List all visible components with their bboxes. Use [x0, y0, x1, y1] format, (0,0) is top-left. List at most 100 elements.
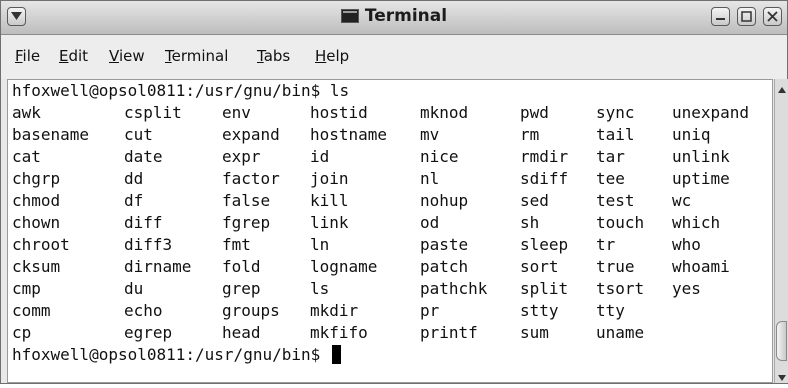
ls-entry: tar [596, 147, 625, 166]
ls-entry: awk [12, 103, 41, 122]
ls-entry: env [222, 103, 251, 122]
text-cursor [331, 345, 341, 364]
menu-terminal[interactable]: Terminal [165, 47, 228, 65]
ls-entry: kill [310, 191, 349, 210]
minimize-icon[interactable] [711, 7, 730, 26]
title-bar[interactable]: Terminal [1, 1, 787, 35]
ls-entry: fmt [222, 235, 251, 254]
ls-row: awk csplit env hostid mknod pwd sync unexpand [8, 102, 768, 124]
menu-help-mnemonic: H [315, 47, 327, 65]
ls-entry: sh [520, 213, 540, 232]
scrollbar-thumb[interactable] [776, 321, 787, 361]
ls-entry: yes [672, 279, 701, 298]
menu-view[interactable]: View [109, 47, 145, 65]
ls-entry: split [520, 279, 569, 298]
menu-terminal-mnemonic: T [165, 47, 172, 65]
menu-file-label: ile [22, 47, 41, 65]
prompt-line: hfoxwell@opsol0811:/usr/gnu/bin$ ls [12, 80, 349, 102]
final-prompt: hfoxwell@opsol0811:/usr/gnu/bin$ [12, 345, 330, 364]
ls-entry: chgrp [12, 169, 61, 188]
ls-entry: csplit [124, 103, 182, 122]
menu-edit[interactable]: Edit [59, 47, 88, 65]
ls-entry: wc [672, 191, 692, 210]
ls-entry: ls [310, 279, 330, 298]
ls-row: cp egrep head mkfifo printf sum uname [8, 322, 768, 344]
ls-entry: egrep [124, 323, 173, 342]
ls-entry: unlink [672, 147, 730, 166]
terminal-output[interactable]: hfoxwell@opsol0811:/usr/gnu/bin$ ls awk c… [7, 79, 773, 383]
ls-entry: which [672, 213, 721, 232]
ls-entry: logname [310, 257, 378, 276]
scroll-down-arrow-icon[interactable] [776, 369, 788, 381]
ls-entry: tty [596, 301, 625, 320]
ls-entry: sync [596, 103, 635, 122]
ls-entry: link [310, 213, 349, 232]
ls-entry: mknod [420, 103, 469, 122]
ls-entry: sdiff [520, 169, 569, 188]
ls-entry: sort [520, 257, 559, 276]
ls-entry: test [596, 191, 635, 210]
ls-entry: rmdir [520, 147, 569, 166]
menu-help[interactable]: Help [315, 47, 349, 65]
maximize-icon[interactable] [737, 7, 756, 26]
ls-entry: tee [596, 169, 625, 188]
ls-entry: rm [520, 125, 540, 144]
ls-entry: uptime [672, 169, 730, 188]
terminal-icon [340, 9, 359, 23]
ls-row: chown diff fgrep link od sh touch which [8, 212, 768, 234]
ls-entry: tail [596, 125, 635, 144]
ls-entry: cat [12, 147, 41, 166]
ls-entry: nl [420, 169, 440, 188]
ls-entry: join [310, 169, 349, 188]
ls-entry: pr [420, 301, 440, 320]
ls-entry: tsort [596, 279, 645, 298]
ls-entry: od [420, 213, 440, 232]
ls-row: cksum dirname fold logname patch sort true whoa… [8, 256, 768, 278]
ls-entry: pathchk [420, 279, 488, 298]
ls-entry: df [124, 191, 144, 210]
ls-entry: cmp [12, 279, 41, 298]
ls-row: basename cut expand hostname mv rm tail uniq [8, 124, 768, 146]
menu-tabs-mnemonic: T [257, 47, 264, 65]
ls-row: chgrp dd factor join nl sdiff tee uptime [8, 168, 768, 190]
ls-entry: dirname [124, 257, 192, 276]
ls-entry: nohup [420, 191, 469, 210]
ls-entry: paste [420, 235, 469, 254]
menu-file-mnemonic: F [15, 47, 23, 65]
ls-entry: patch [420, 257, 469, 276]
ls-entry: stty [520, 301, 559, 320]
prompt: hfoxwell@opsol0811:/usr/gnu/bin$ [12, 81, 330, 100]
ls-row: cmp du grep ls pathchk split tsort yes [8, 278, 768, 300]
ls-row: cat date expr id nice rmdir tar unlink [8, 146, 768, 168]
ls-entry: mkdir [310, 301, 359, 320]
ls-entry: cut [124, 125, 153, 144]
menu-file[interactable]: File [15, 47, 40, 65]
ls-entry: ln [310, 235, 330, 254]
command: ls [329, 81, 350, 100]
ls-entry: nice [420, 147, 459, 166]
ls-entry: id [310, 147, 330, 166]
menu-tabs[interactable]: Tabs [257, 47, 290, 65]
ls-entry: touch [596, 213, 645, 232]
ls-entry: expand [222, 125, 280, 144]
ls-entry: groups [222, 301, 280, 320]
menu-view-mnemonic: V [109, 47, 119, 65]
ls-entry: date [124, 147, 163, 166]
ls-entry: diff [124, 213, 163, 232]
close-icon[interactable] [763, 7, 782, 26]
ls-entry: true [596, 257, 635, 276]
ls-entry: fold [222, 257, 261, 276]
menu-help-label: elp [326, 47, 350, 65]
ls-entry: whoami [672, 257, 730, 276]
ls-entry: chmod [12, 191, 61, 210]
ls-entry: du [124, 279, 144, 298]
ls-entry: comm [12, 301, 51, 320]
vertical-scrollbar[interactable] [774, 79, 788, 383]
final-prompt-line[interactable]: hfoxwell@opsol0811:/usr/gnu/bin$ [12, 344, 341, 366]
ls-entry: hostname [310, 125, 388, 144]
window-title-area: Terminal [1, 6, 787, 26]
ls-entry: pwd [520, 103, 549, 122]
scroll-up-arrow-icon[interactable] [776, 81, 788, 93]
ls-entry: echo [124, 301, 163, 320]
ls-entry: sed [520, 191, 549, 210]
